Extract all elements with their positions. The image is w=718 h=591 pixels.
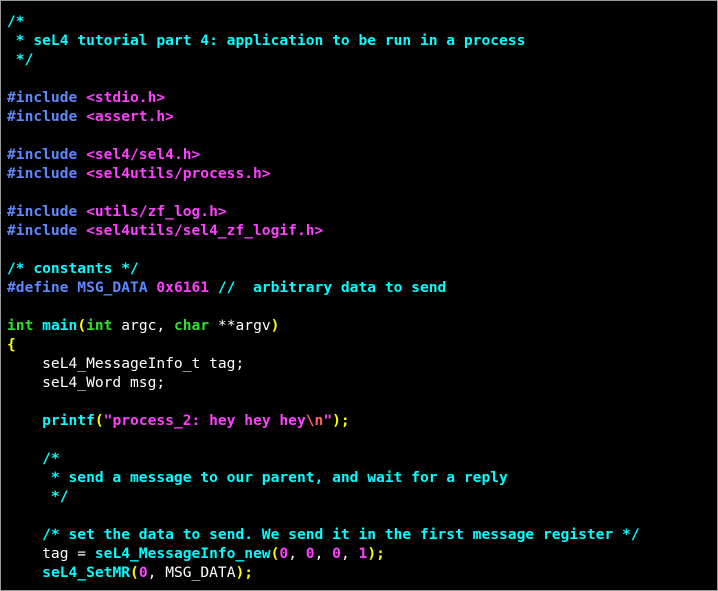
code-line: /* constants */ bbox=[7, 259, 640, 278]
code-token: <stdio.h> bbox=[86, 89, 166, 106]
code-token: main bbox=[42, 317, 78, 334]
code-line: #define MSG_DATA 0x6161 // arbitrary dat… bbox=[7, 278, 640, 297]
code-token: ( bbox=[130, 564, 139, 581]
code-line: printf("process_2: hey hey hey\n"); bbox=[7, 411, 640, 430]
code-token: ); bbox=[235, 564, 254, 581]
code-line: int main(int argc, char **argv) bbox=[7, 316, 640, 335]
code-token: */ bbox=[7, 51, 34, 68]
code-line: */ bbox=[7, 50, 640, 69]
code-token: * seL4 tutorial part 4: application to b… bbox=[7, 32, 526, 49]
code-token: { bbox=[7, 336, 16, 353]
code-line: #include <sel4utils/sel4_zf_logif.h> bbox=[7, 221, 640, 240]
code-line: #include <sel4utils/process.h> bbox=[7, 164, 640, 183]
code-line: /* set the data to send. We send it in t… bbox=[7, 525, 640, 544]
code-line: #include <sel4/sel4.h> bbox=[7, 145, 640, 164]
code-line: { bbox=[7, 335, 640, 354]
code-line: seL4_MessageInfo_t tag; bbox=[7, 354, 640, 373]
code-line: #include <stdio.h> bbox=[7, 88, 640, 107]
code-token: /* bbox=[7, 450, 60, 467]
code-token: ) bbox=[270, 317, 280, 334]
code-line: * seL4 tutorial part 4: application to b… bbox=[7, 31, 640, 50]
code-token: #include bbox=[7, 89, 87, 106]
code-token: , bbox=[314, 545, 333, 562]
code-token: seL4_SetMR bbox=[42, 564, 131, 581]
code-token: argc, bbox=[112, 317, 174, 334]
code-token: /* bbox=[7, 13, 25, 30]
code-token: int bbox=[7, 317, 34, 334]
code-token: \n bbox=[305, 412, 324, 429]
code-token: <assert.h> bbox=[86, 108, 174, 125]
code-token: seL4_Word msg; bbox=[7, 374, 166, 391]
code-line: seL4_SetMR(0, MSG_DATA); bbox=[7, 563, 640, 582]
code-line: /* bbox=[7, 12, 640, 31]
code-token: ( bbox=[77, 317, 87, 334]
code-token: // arbitrary data to send bbox=[209, 279, 447, 296]
code-token: printf bbox=[42, 412, 95, 429]
code-token: * send a message to our parent, and wait… bbox=[7, 469, 508, 486]
code-token: seL4_MessageInfo_new bbox=[94, 545, 271, 562]
code-token: , MSG_DATA bbox=[147, 564, 236, 581]
code-token: " bbox=[323, 412, 333, 429]
code-line: #include <assert.h> bbox=[7, 107, 640, 126]
code-token: char bbox=[173, 317, 210, 334]
code-token: ( bbox=[94, 412, 104, 429]
code-token: #include bbox=[7, 146, 87, 163]
code-token: , bbox=[340, 545, 359, 562]
code-token: 0 bbox=[138, 564, 148, 581]
code-line: #include <utils/zf_log.h> bbox=[7, 202, 640, 221]
code-token: seL4_MessageInfo_t tag; bbox=[7, 355, 245, 372]
code-token: <utils/zf_log.h> bbox=[86, 203, 227, 220]
code-editor[interactable]: /* * seL4 tutorial part 4: application t… bbox=[0, 0, 718, 591]
code-token: "process_2: hey hey hey bbox=[103, 412, 306, 429]
code-token: 0 bbox=[305, 545, 315, 562]
code-line: */ bbox=[7, 487, 640, 506]
code-token: */ bbox=[7, 488, 69, 505]
code-token: tag = bbox=[7, 545, 95, 562]
code-token: #define MSG_DATA bbox=[7, 279, 157, 296]
code-token: #include bbox=[7, 203, 87, 220]
code-line: * send a message to our parent, and wait… bbox=[7, 468, 640, 487]
code-token: **argv bbox=[209, 317, 271, 334]
code-line: seL4_Word msg; bbox=[7, 373, 640, 392]
code-token: #include bbox=[7, 108, 87, 125]
code-token: <sel4/sel4.h> bbox=[86, 146, 201, 163]
code-token: /* constants */ bbox=[7, 260, 139, 277]
code-token: 0 bbox=[279, 545, 289, 562]
code-token: #include bbox=[7, 222, 87, 239]
code-token: <sel4utils/process.h> bbox=[86, 165, 271, 182]
code-line: /* bbox=[7, 449, 640, 468]
code-token: /* set the data to send. We send it in t… bbox=[7, 526, 640, 543]
code-token: int bbox=[86, 317, 113, 334]
code-token: 0 bbox=[332, 545, 341, 562]
code-token: 1 bbox=[358, 545, 368, 562]
code-line: tag = seL4_MessageInfo_new(0, 0, 0, 1); bbox=[7, 544, 640, 563]
code-token: 0x6161 bbox=[156, 279, 210, 296]
source-code[interactable]: /* * seL4 tutorial part 4: application t… bbox=[7, 12, 640, 582]
code-token: #include bbox=[7, 165, 87, 182]
code-token: <sel4utils/sel4_zf_logif.h> bbox=[86, 222, 324, 239]
code-token: , bbox=[288, 545, 306, 562]
code-token: ); bbox=[332, 412, 350, 429]
code-token: ); bbox=[367, 545, 385, 562]
